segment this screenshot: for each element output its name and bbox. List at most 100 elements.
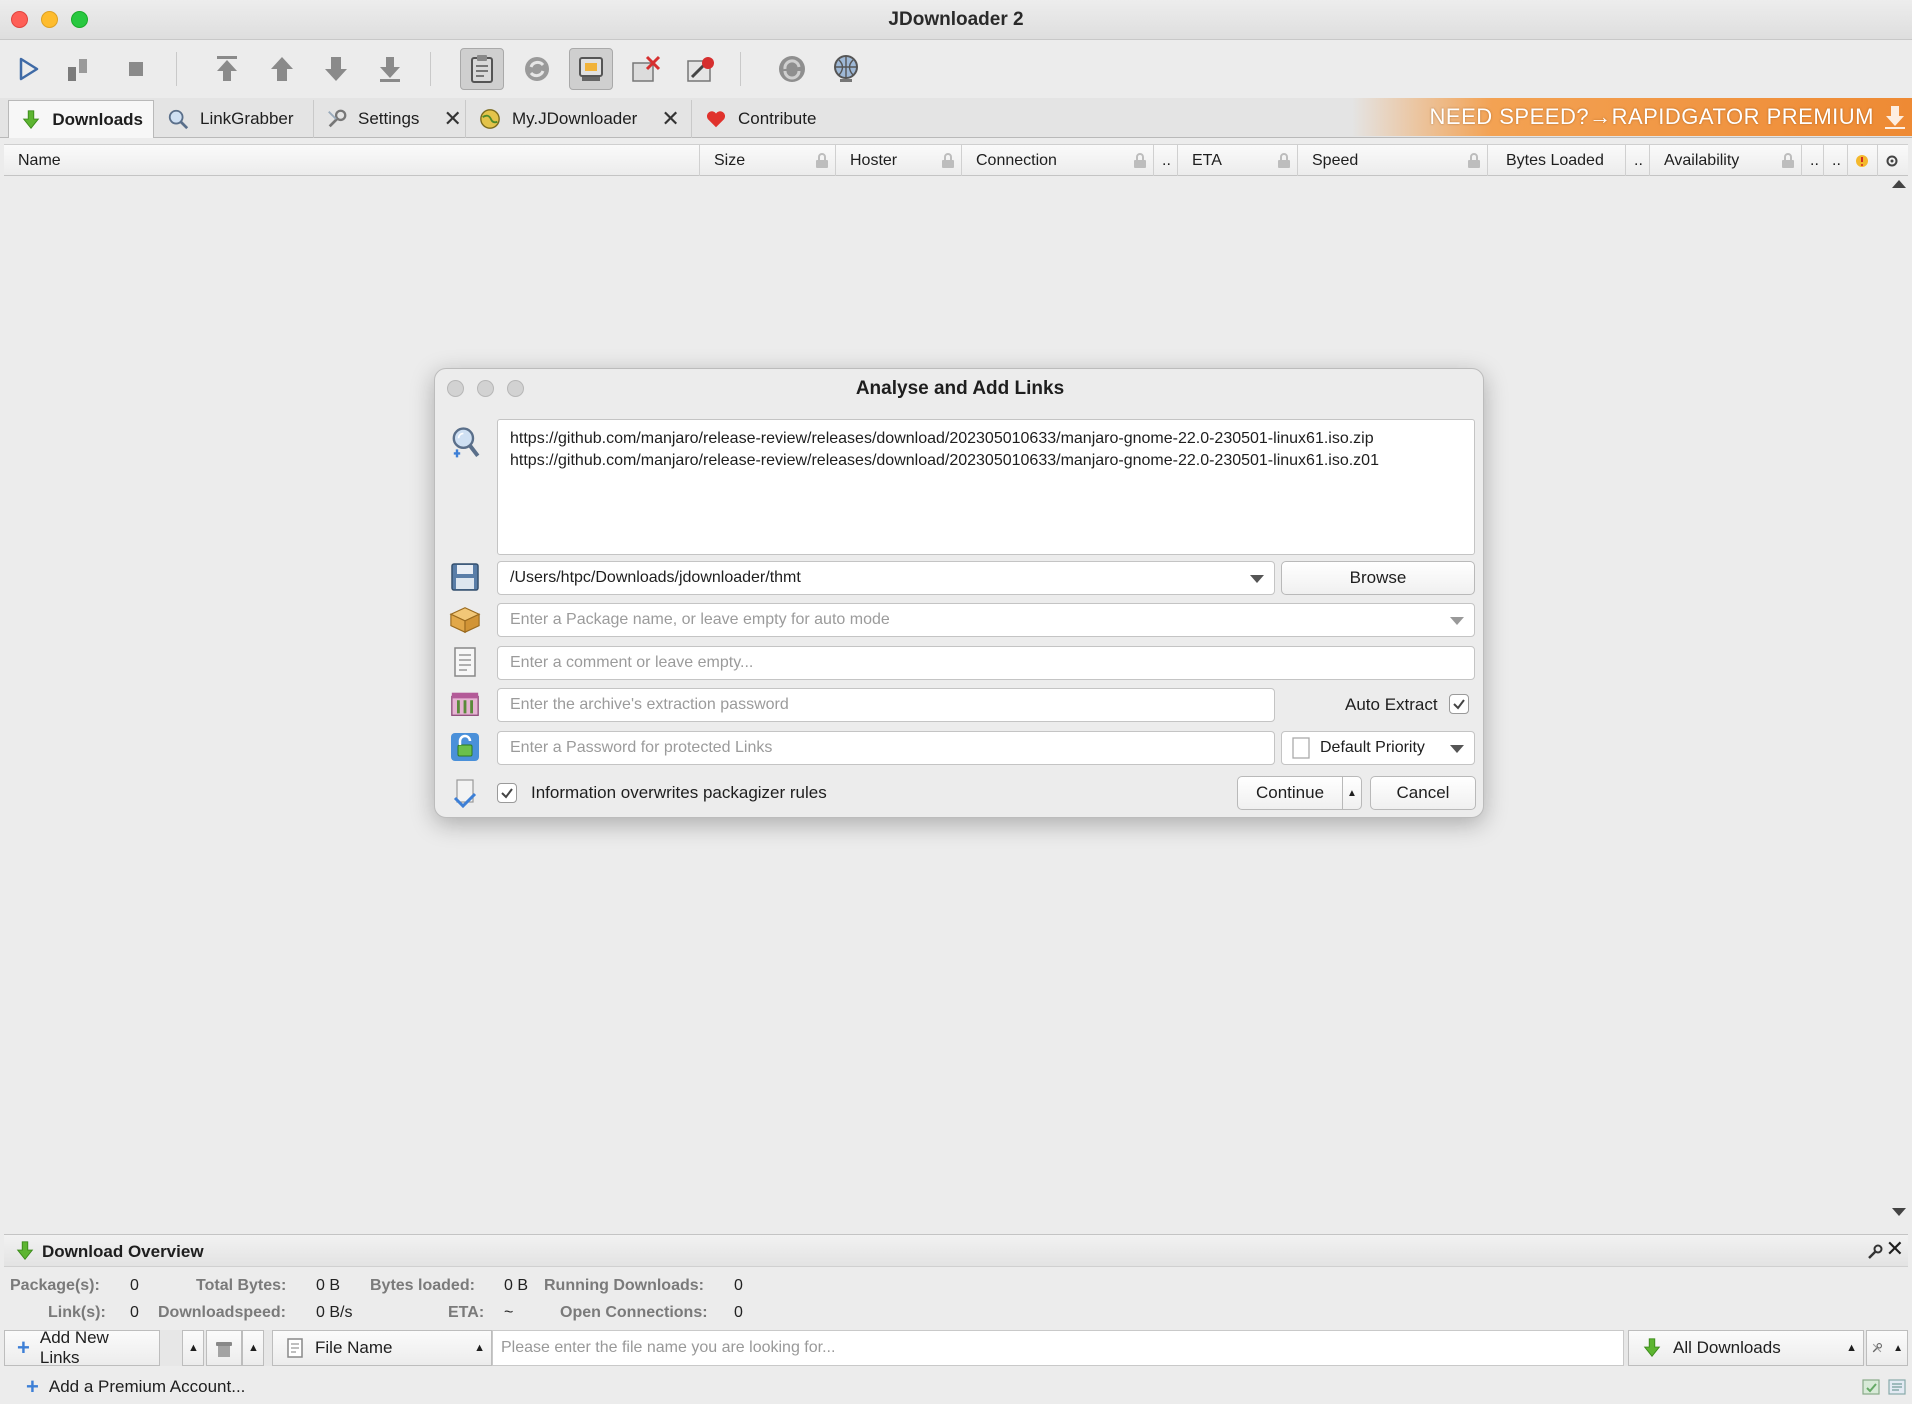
packages-label: Package(s): [10, 1277, 100, 1294]
tab-downloads[interactable]: Downloads [8, 100, 154, 138]
column-header-hoster[interactable]: Hoster [836, 145, 962, 176]
priority-selector[interactable]: Default Priority [1281, 731, 1475, 765]
delete-button[interactable] [206, 1330, 242, 1366]
downloadspeed-label: Downloadspeed: [158, 1304, 287, 1321]
tab-settings-close-icon[interactable]: ✕ [443, 108, 461, 130]
search-field-selector[interactable]: File Name ▲ [272, 1330, 492, 1366]
filter-selector[interactable]: All Downloads ▲ [1628, 1330, 1864, 1366]
tray-status-icon[interactable] [1860, 1376, 1882, 1398]
update-button[interactable] [770, 48, 814, 90]
tab-contribute[interactable]: Contribute [694, 100, 832, 138]
checkmark-icon [501, 788, 513, 799]
search-input[interactable]: Please enter the file name you are looki… [492, 1330, 1624, 1366]
comment-note-icon [449, 646, 481, 678]
column-header-collapsed[interactable]: .. [1626, 145, 1650, 176]
auto-extract-checkbox[interactable] [1449, 694, 1469, 714]
download-list-scrollbar[interactable] [1888, 176, 1908, 1220]
my-jdownloader-button[interactable] [824, 48, 868, 90]
scroll-down-arrow[interactable] [1892, 1208, 1906, 1216]
move-to-top-button[interactable] [205, 48, 249, 90]
archive-password-input[interactable]: Enter the archive's extraction password [497, 688, 1275, 722]
clear-list-icon [632, 55, 661, 82]
status-bar: + Add a Premium Account... [0, 1370, 1912, 1404]
document-icon [1292, 737, 1310, 759]
save-path-combobox[interactable]: /Users/htpc/Downloads/jdownloader/thmt [497, 561, 1275, 595]
column-header-availability[interactable]: Availability [1650, 145, 1802, 176]
delete-menu-button[interactable]: ▲ [242, 1330, 264, 1366]
document-icon [287, 1338, 303, 1358]
comment-input[interactable]: Enter a comment or leave empty... [497, 646, 1475, 680]
running-downloads-value: 0 [734, 1277, 743, 1294]
browse-button[interactable]: Browse [1281, 561, 1475, 595]
rapidgator-promo-banner[interactable]: NEED SPEED?→RAPIDGATOR PREMIUM [1352, 98, 1912, 136]
stop-downloads-button[interactable] [114, 48, 158, 90]
column-header-collapsed[interactable]: .. [1824, 145, 1848, 176]
quick-settings-button[interactable]: ▲ [1866, 1330, 1908, 1366]
trash-icon [216, 1342, 232, 1357]
tab-linkgrabber[interactable]: LinkGrabber [156, 100, 314, 138]
toolbar-separator [176, 52, 177, 86]
continue-button[interactable]: Continue [1237, 776, 1343, 810]
reconnect-button[interactable] [515, 48, 559, 90]
silent-mode-button[interactable] [678, 48, 722, 90]
chevron-up-icon: ▲ [188, 1342, 199, 1354]
tab-settings[interactable]: Settings ✕ [316, 100, 466, 138]
column-header-bytes-loaded[interactable]: Bytes Loaded [1488, 145, 1626, 176]
tab-my-jdownloader-close-icon[interactable]: ✕ [661, 108, 679, 130]
running-downloads-label: Running Downloads: [544, 1277, 704, 1294]
move-to-bottom-button[interactable] [368, 48, 412, 90]
stop-icon [129, 62, 143, 76]
column-header-connection[interactable]: Connection [962, 145, 1154, 176]
filter-label: All Downloads [1673, 1338, 1781, 1357]
tab-settings-label: Settings [358, 109, 420, 128]
add-premium-account-link[interactable]: + Add a Premium Account... [26, 1376, 245, 1398]
search-field-label: File Name [315, 1338, 393, 1357]
premium-toggle-button[interactable] [569, 48, 613, 90]
add-links-menu-button[interactable]: ▲ [182, 1330, 204, 1366]
start-downloads-button[interactable] [6, 48, 50, 90]
column-header-eta[interactable]: ETA [1178, 145, 1298, 176]
pause-downloads-button[interactable] [56, 48, 100, 90]
clipboard-icon [471, 55, 493, 83]
bytes-loaded-label: Bytes loaded: [370, 1277, 475, 1294]
lock-icon [1782, 153, 1794, 168]
link-password-input[interactable]: Enter a Password for protected Links [497, 731, 1275, 765]
magnifier-icon [449, 421, 481, 465]
add-new-links-button[interactable]: + Add New Links [4, 1328, 160, 1367]
column-header-size[interactable]: Size [700, 145, 836, 176]
tab-my-jdownloader[interactable]: My.JDownloader ✕ [468, 100, 692, 138]
package-name-placeholder: Enter a Package name, or leave empty for… [510, 611, 890, 628]
globe-icon [834, 55, 858, 82]
table-settings-button[interactable] [1878, 145, 1908, 176]
download-arrow-icon [16, 1241, 34, 1260]
cancel-button[interactable]: Cancel [1370, 776, 1476, 810]
column-header-speed[interactable]: Speed [1298, 145, 1488, 176]
column-header-collapsed[interactable]: .. [1154, 145, 1178, 176]
move-down-button[interactable] [314, 48, 358, 90]
list-status-icon[interactable] [1886, 1376, 1908, 1398]
overwrite-packagizer-label: Information overwrites packagizer rules [531, 783, 827, 802]
reconnect-icon [525, 57, 549, 81]
arrow-top-icon [217, 56, 237, 81]
links-textarea[interactable]: https://github.com/manjaro/release-revie… [497, 419, 1475, 555]
column-header-priority[interactable] [1848, 145, 1878, 176]
column-header-collapsed[interactable]: .. [1802, 145, 1824, 176]
column-header-name[interactable]: Name [4, 145, 700, 176]
close-overview-icon[interactable]: ✕ [1886, 1238, 1904, 1260]
link-line: https://github.com/manjaro/release-revie… [510, 452, 1379, 469]
play-icon [19, 57, 39, 81]
total-bytes-value: 0 B [316, 1277, 341, 1294]
clipboard-observer-button[interactable] [460, 48, 504, 90]
move-up-button[interactable] [260, 48, 304, 90]
chevron-up-icon: ▲ [1846, 1342, 1857, 1354]
scroll-up-arrow[interactable] [1892, 180, 1906, 188]
overwrite-packagizer-checkbox[interactable] [497, 783, 517, 803]
downloadspeed-value: 0 B/s [316, 1304, 353, 1321]
main-toolbar [0, 40, 1912, 98]
promo-text: NEED SPEED?→RAPIDGATOR PREMIUM [1429, 104, 1874, 129]
wrench-icon[interactable] [1866, 1243, 1884, 1261]
continue-options-button[interactable]: ▲ [1342, 776, 1362, 810]
clear-finished-button[interactable] [623, 48, 667, 90]
toolbar-separator [740, 52, 741, 86]
package-name-input[interactable]: Enter a Package name, or leave empty for… [497, 603, 1475, 637]
